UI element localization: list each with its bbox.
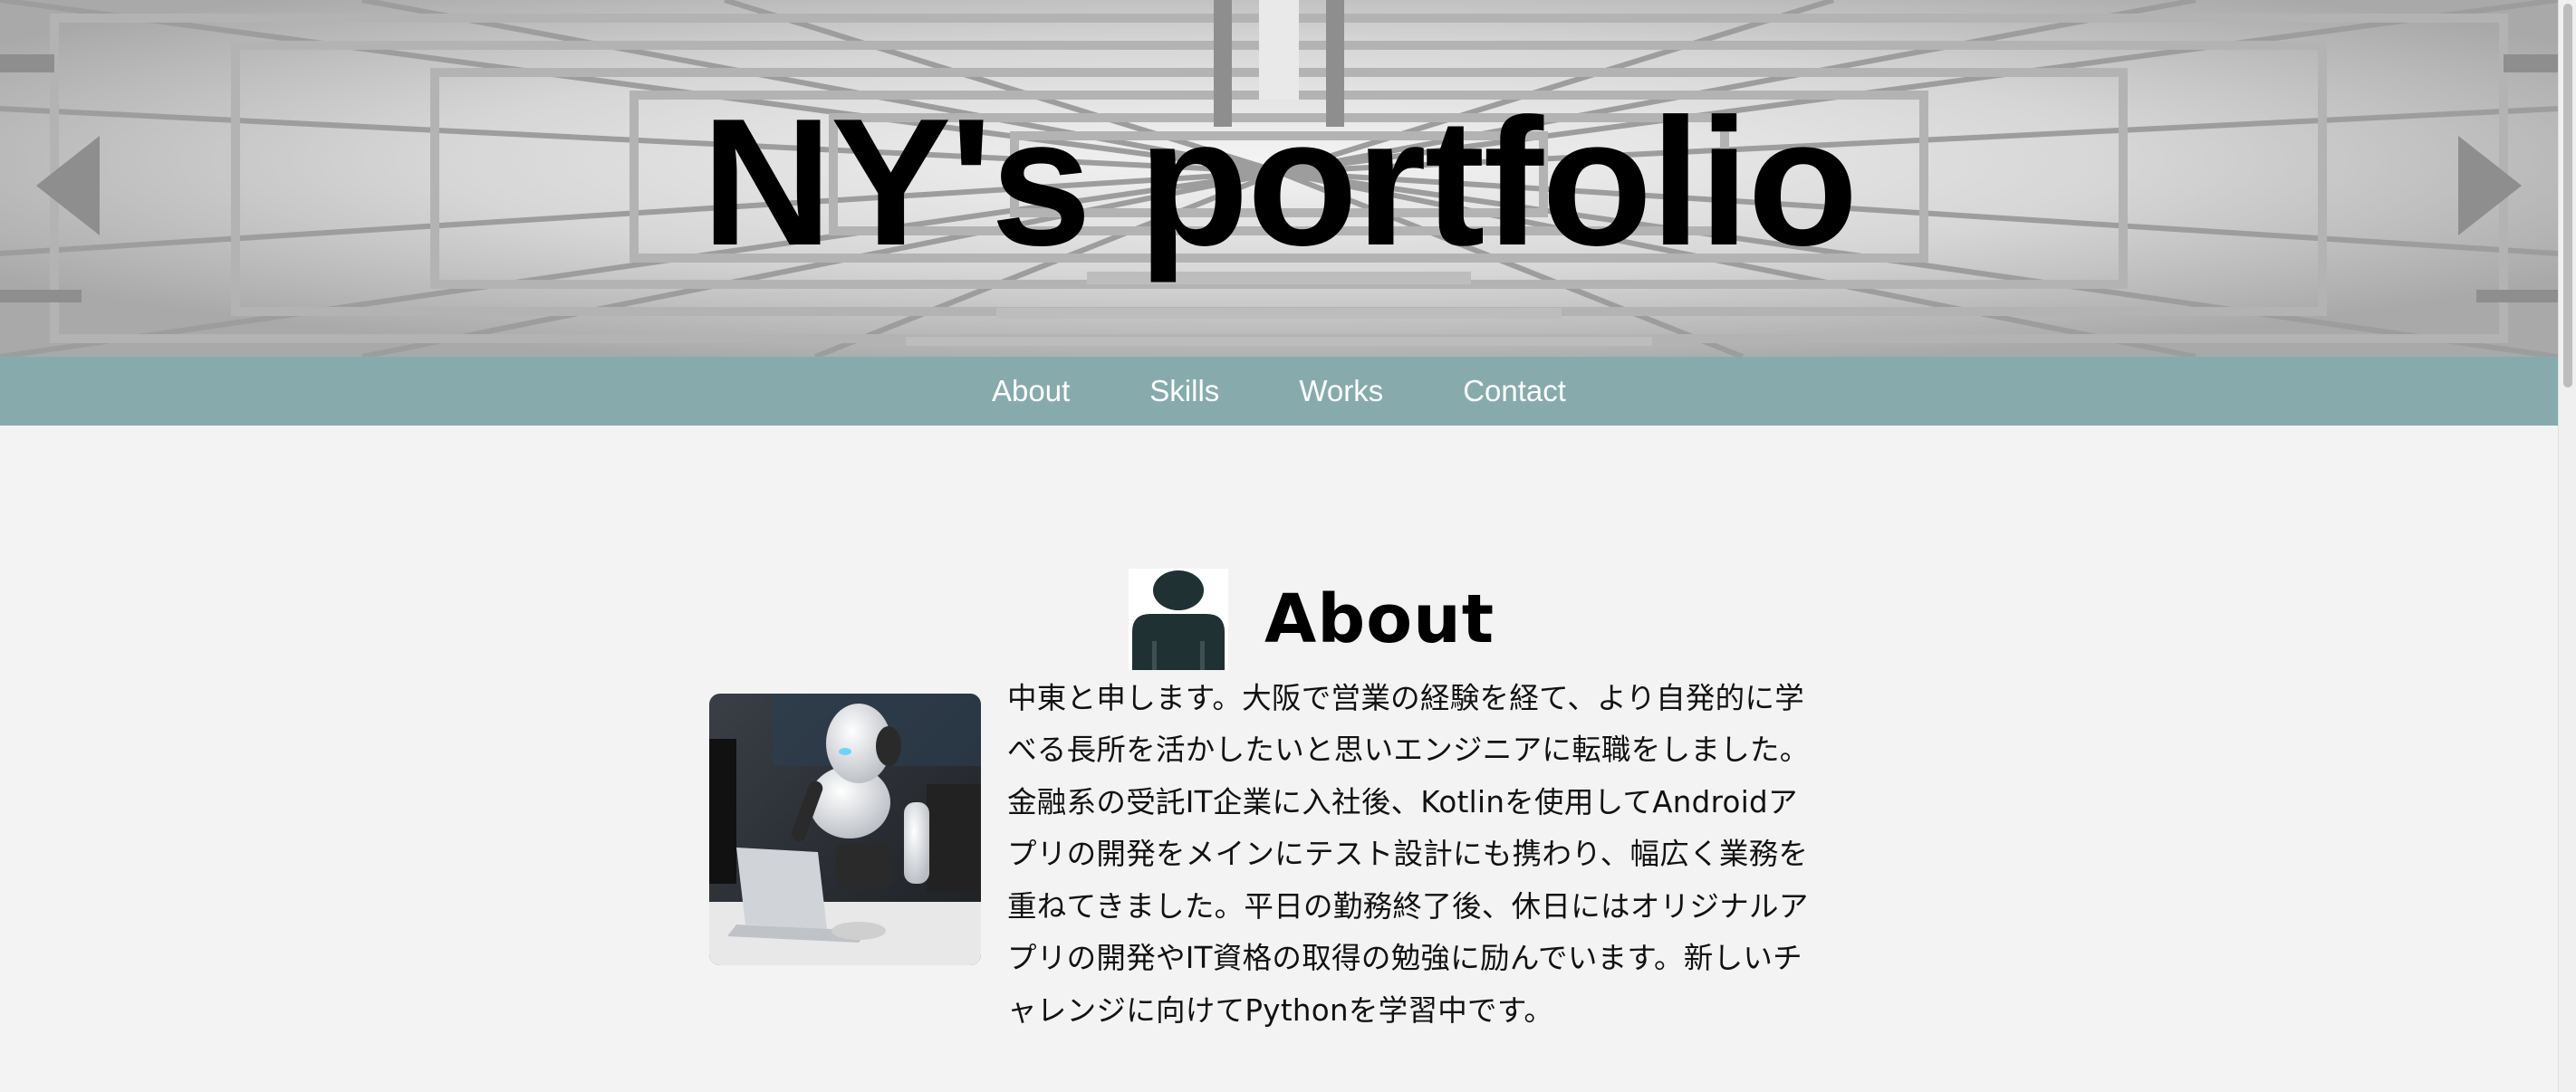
about-title: About (1264, 580, 1495, 659)
nav-link-skills[interactable]: Skills (1149, 374, 1219, 408)
hero-banner: NY's portfolio (0, 0, 2558, 357)
nav-link-contact[interactable]: Contact (1463, 374, 1566, 408)
about-description: 中東と申します。大阪で営業の経験を経て、より自発的に学べる長所を活かしたいと思い… (1007, 680, 1810, 1028)
vertical-scrollbar[interactable] (2558, 0, 2576, 1092)
person-icon (1129, 569, 1228, 671)
nav-link-about[interactable]: About (992, 374, 1070, 408)
robot-with-laptop-photo (709, 694, 981, 965)
main-nav: About Skills Works Contact (0, 357, 2558, 426)
site-title: NY's portfolio (701, 81, 1858, 283)
scrollbar-thumb[interactable] (2563, 4, 2572, 388)
nav-link-works[interactable]: Works (1299, 374, 1383, 408)
